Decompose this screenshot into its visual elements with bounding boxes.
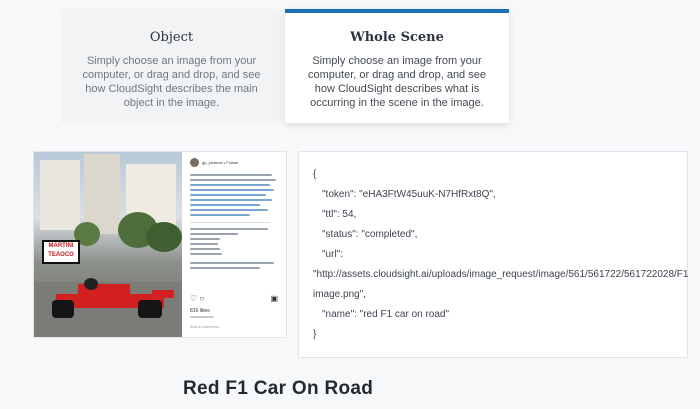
- f1-car-photo: MARTINI TEAOCO: [34, 152, 182, 337]
- json-close-brace: }: [313, 329, 317, 340]
- json-status-line: "status": "completed",: [322, 229, 418, 240]
- instagram-post-sidebar: gp_pictures • Follow ♡ ○ ▣ 816 likes Add…: [184, 152, 286, 337]
- json-name-line: "name": "red F1 car on road": [322, 309, 450, 320]
- likes-count: 816 likes: [190, 308, 210, 314]
- whole-scene-mode-card[interactable]: Whole Scene Simply choose an image from …: [285, 9, 509, 123]
- avatar: [190, 158, 199, 167]
- json-open-brace: {: [313, 169, 317, 180]
- object-mode-card[interactable]: Object Simply choose an image from your …: [61, 9, 282, 123]
- comment-input: Add a comment...: [190, 324, 222, 329]
- object-mode-description: Simply choose an image from your compute…: [82, 55, 261, 109]
- instagram-post-header: gp_pictures • Follow: [202, 160, 238, 165]
- json-token-line: "token": "eHA3FtW45uuK-N7HfRxt8Q",: [322, 189, 496, 200]
- martini-sign: MARTINI TEAOCO: [42, 240, 80, 264]
- object-mode-title: Object: [149, 30, 194, 45]
- result-caption: Red F1 Car On Road: [183, 378, 374, 399]
- like-comment-icons: ♡ ○: [190, 294, 205, 303]
- uploaded-image-preview: MARTINI TEAOCO gp_pictures • Follow ♡ ○ …: [33, 151, 287, 338]
- json-url-value-line: "http://assets.cloudsight.ai/uploads/ima…: [313, 269, 689, 300]
- martini-sign-text: MARTINI TEAOCO: [48, 243, 74, 258]
- json-url-key-line: "url":: [322, 249, 343, 260]
- json-result-panel: { "token": "eHA3FtW45uuK-N7HfRxt8Q", "tt…: [298, 151, 688, 358]
- whole-scene-mode-description: Simply choose an image from your compute…: [308, 55, 486, 109]
- json-ttl-line: "ttl": 54,: [322, 209, 357, 220]
- bookmark-icon: ▣: [270, 294, 278, 303]
- whole-scene-mode-title: Whole Scene: [350, 30, 444, 45]
